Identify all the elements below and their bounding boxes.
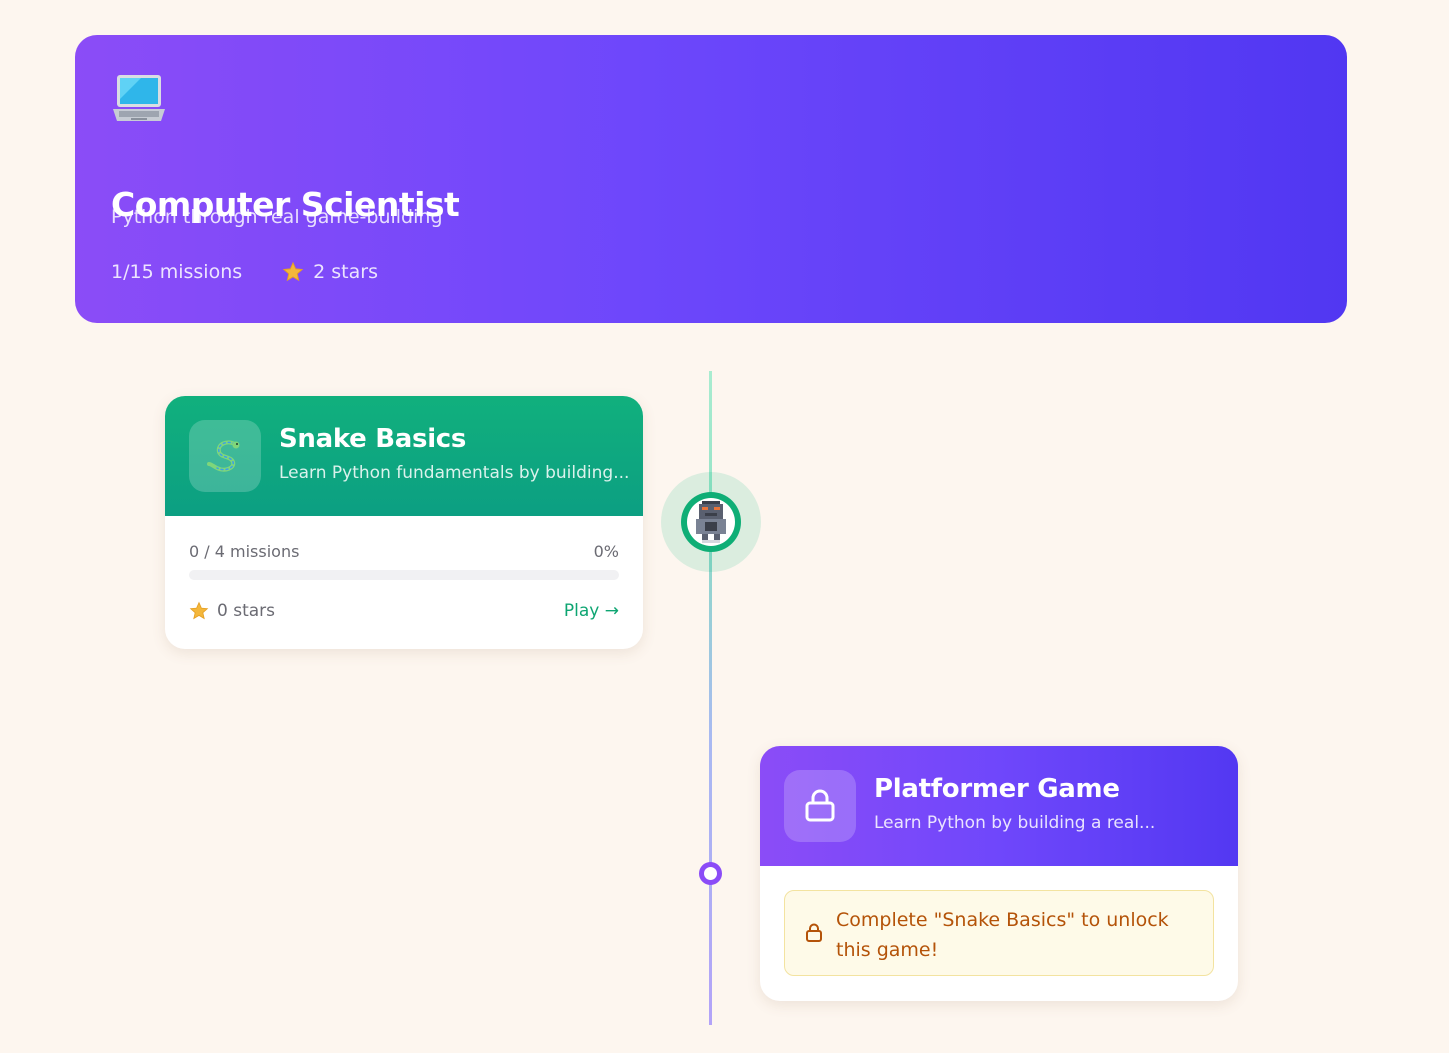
player-avatar [681, 492, 741, 552]
card-footer: 0 stars Play → [189, 601, 619, 621]
stars-count-group: 2 stars [282, 261, 378, 283]
card-header: Snake Basics Learn Python fundamentals b… [165, 396, 643, 516]
card-title: Snake Basics [279, 424, 467, 454]
game-card-snake-basics[interactable]: Snake Basics Learn Python fundamentals b… [165, 396, 643, 649]
play-button[interactable]: Play → [564, 601, 619, 621]
card-description: Learn Python fundamentals by building... [279, 463, 630, 483]
snake-icon [189, 420, 261, 492]
card-description: Learn Python by building a real... [874, 813, 1156, 833]
game-card-platformer-game: Platformer Game Learn Python by building… [760, 746, 1238, 1001]
timeline-line [709, 551, 712, 1025]
missions-count: 1/15 missions [111, 261, 243, 283]
hero-stats: 1/15 missions 2 stars [111, 261, 378, 283]
star-icon [189, 601, 209, 620]
card-body: 0 / 4 missions 0% 0 stars Play → [165, 516, 643, 649]
lock-icon [784, 770, 856, 842]
laptop-icon [111, 73, 167, 127]
timeline-node [699, 862, 722, 885]
path-hero-banner: Computer Scientist Python through real g… [75, 35, 1347, 323]
progress-bar [189, 570, 619, 580]
stars-count: 2 stars [313, 261, 378, 283]
star-icon [282, 261, 304, 282]
card-title: Platformer Game [874, 774, 1120, 804]
missions-count: 0 / 4 missions [189, 542, 300, 561]
card-header: Platformer Game Learn Python by building… [760, 746, 1238, 866]
stars-count-group: 0 stars [189, 601, 275, 621]
page-subtitle: Python through real game-building [111, 206, 443, 228]
lock-icon [806, 923, 822, 942]
locked-message: Complete "Snake Basics" to unlock this g… [836, 909, 1169, 961]
mission-progress-row: 0 / 4 missions 0% [189, 542, 619, 561]
robot-avatar-icon [687, 498, 735, 546]
locked-notice: Complete "Snake Basics" to unlock this g… [784, 890, 1214, 976]
progress-percent: 0% [593, 542, 619, 561]
stars-count: 0 stars [217, 601, 276, 621]
